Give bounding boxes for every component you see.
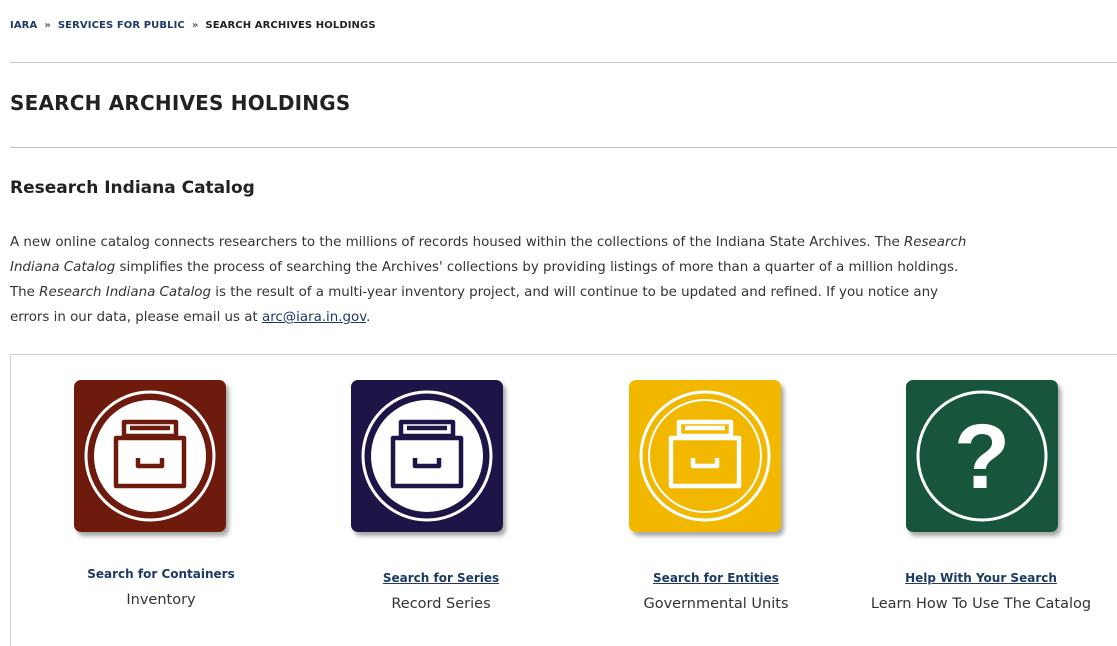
search-entities-link[interactable]: Search for Entities <box>591 571 841 585</box>
breadcrumb-separator: » <box>191 20 199 31</box>
intro-text: simplifies the process of searching the … <box>115 260 959 275</box>
help-link[interactable]: Help With Your Search <box>856 571 1106 585</box>
breadcrumb-item-current: SEARCH ARCHIVES HOLDINGS <box>205 20 376 31</box>
search-entities-subtitle: Governmental Units <box>643 596 789 612</box>
breadcrumb-item-iara[interactable]: IARA <box>10 20 37 31</box>
search-entities-tile[interactable] <box>629 380 781 532</box>
archive-drawer-icon <box>74 380 226 532</box>
svg-text:?: ? <box>954 406 1010 508</box>
breadcrumb-item-services[interactable]: SERVICES FOR PUBLIC <box>58 20 185 31</box>
search-containers-subtitle: Inventory <box>126 592 196 608</box>
search-series-link[interactable]: Search for Series <box>316 571 566 585</box>
intro-emphasis: Indiana Catalog <box>10 260 116 275</box>
search-options-panel: Search for Containers Inventory Search f… <box>10 354 1117 646</box>
help-subtitle: Learn How To Use The Catalog <box>870 596 1092 612</box>
intro-emphasis: Research <box>904 235 967 250</box>
intro-text: is the result of a multi-year inventory … <box>210 285 939 300</box>
section-title: Research Indiana Catalog <box>10 178 255 198</box>
help-tile[interactable]: ? <box>906 380 1058 532</box>
divider <box>10 62 1117 63</box>
intro-text: The <box>10 285 40 300</box>
intro-text: . <box>366 310 371 325</box>
breadcrumb-separator: » <box>44 20 51 31</box>
archive-drawer-icon <box>351 380 503 532</box>
email-link[interactable]: arc@iara.in.gov <box>262 310 366 325</box>
search-series-subtitle: Record Series <box>391 596 491 612</box>
intro-emphasis: Research Indiana Catalog <box>39 285 211 300</box>
divider <box>10 147 1117 148</box>
page: IARA » SERVICES FOR PUBLIC » SEARCH ARCHIVES… <box>0 0 1117 646</box>
search-containers-tile[interactable] <box>74 380 226 532</box>
intro-text: A new online catalog connects researcher… <box>10 235 904 250</box>
archive-drawer-icon <box>629 380 781 532</box>
intro-text: errors in our data, please email us at <box>10 310 262 325</box>
breadcrumb: IARA » SERVICES FOR PUBLIC » SEARCH ARCHIVES… <box>10 20 376 31</box>
intro-paragraph: A new online catalog connects researcher… <box>10 230 1117 330</box>
search-series-tile[interactable] <box>351 380 503 532</box>
question-mark-icon: ? <box>906 380 1058 532</box>
page-title: SEARCH ARCHIVES HOLDINGS <box>10 91 351 115</box>
search-containers-link[interactable]: Search for Containers <box>36 567 286 581</box>
